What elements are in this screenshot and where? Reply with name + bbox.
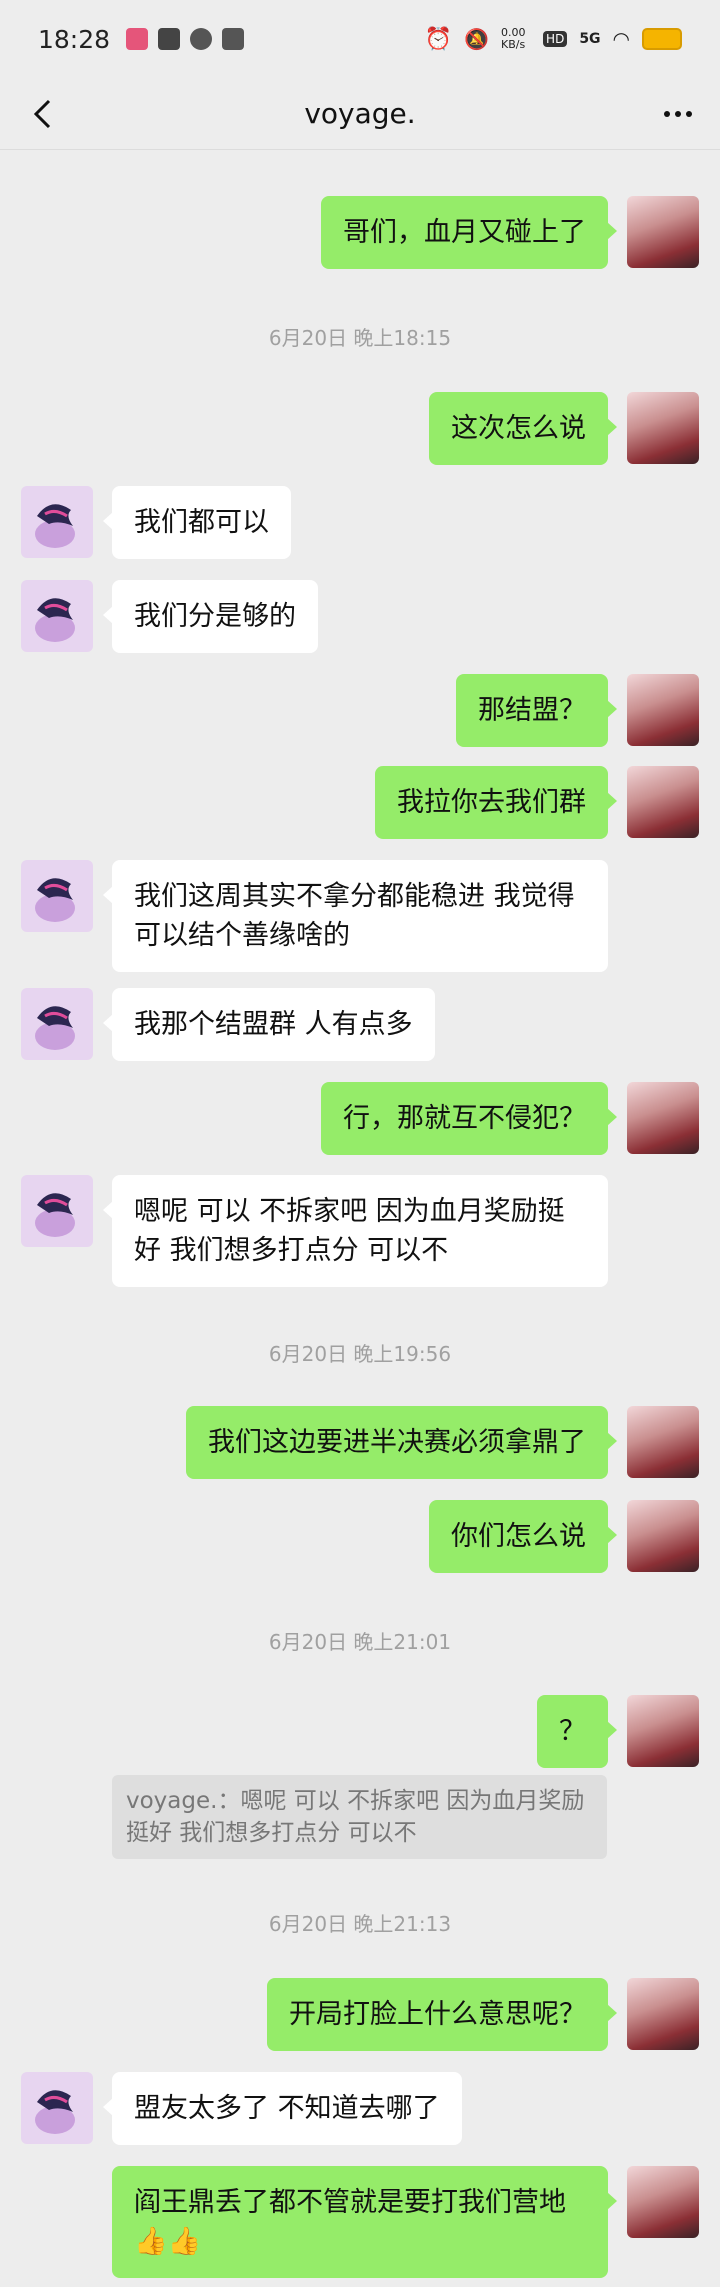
contact-avatar[interactable]: [21, 988, 93, 1060]
quoted-message[interactable]: voyage.：嗯呢 可以 不拆家吧 因为血月奖励挺好 我们想多打点分 可以不: [112, 1775, 607, 1859]
timestamp: 6月20日 晚上18:15: [268, 326, 452, 350]
pony-icon: [35, 1193, 75, 1237]
message-bubble-sent[interactable]: 你们怎么说: [429, 1500, 617, 1573]
more-dot: [675, 111, 681, 117]
my-avatar[interactable]: [627, 1695, 699, 1767]
status-time: 18:28: [38, 24, 111, 54]
message-bubble-sent[interactable]: 我拉你去我们群: [375, 766, 617, 839]
wifi-icon: ◠: [612, 27, 630, 51]
my-avatar[interactable]: [627, 674, 699, 746]
alarm-icon: ⏰: [424, 26, 453, 52]
message-bubble-sent[interactable]: 行，那就互不侵犯？: [321, 1082, 617, 1155]
net-speed: 0.00 KB/s: [501, 26, 526, 51]
my-avatar[interactable]: [627, 1978, 699, 2050]
hd-icon: HD: [543, 31, 568, 47]
contact-avatar[interactable]: [21, 2072, 93, 2144]
link-icon: [190, 28, 213, 50]
contact-avatar[interactable]: [21, 580, 93, 652]
my-avatar[interactable]: [627, 2166, 699, 2238]
my-avatar[interactable]: [627, 196, 699, 268]
chevron-left-icon: [33, 99, 51, 129]
message-bubble-sent[interactable]: ？: [537, 1695, 617, 1768]
message-bubble-received[interactable]: 我们分是够的: [103, 580, 318, 653]
chat-title: voyage.: [304, 97, 416, 130]
message-bubble-received[interactable]: 我那个结盟群 人有点多: [103, 988, 435, 1061]
message-bubble-sent[interactable]: 开局打脸上什么意思呢？: [267, 1978, 617, 2051]
my-avatar[interactable]: [627, 1500, 699, 1572]
more-dots-icon: [664, 111, 670, 117]
status-bar: 18:28 ⏰ 🔕 0.00 KB/s HD 5G ◠: [0, 0, 720, 78]
message-bubble-sent[interactable]: 哥们，血月又碰上了: [321, 196, 617, 269]
pony-icon: [35, 878, 75, 922]
back-button[interactable]: [24, 96, 60, 132]
message-bubble-received[interactable]: 我们都可以: [103, 486, 291, 559]
mail-icon: [158, 28, 181, 50]
contact-avatar[interactable]: [21, 486, 93, 558]
message-bubble-sent[interactable]: 我们这边要进半决赛必须拿鼎了: [186, 1406, 617, 1479]
notification-icons: [126, 28, 245, 50]
message-bubble-received[interactable]: 我们这周其实不拿分都能稳进 我觉得可以结个善缘啥的: [103, 860, 608, 972]
contact-avatar[interactable]: [21, 1175, 93, 1247]
timestamp: 6月20日 晚上21:01: [268, 1630, 452, 1654]
contact-avatar[interactable]: [21, 860, 93, 932]
game-icon: [222, 28, 245, 50]
timestamp: 6月20日 晚上19:56: [268, 1342, 452, 1366]
message-bubble-received[interactable]: 盟友太多了 不知道去哪了: [103, 2072, 462, 2145]
app-notification-icon: [126, 28, 149, 50]
pony-icon: [35, 2090, 75, 2134]
pony-icon: [35, 504, 75, 548]
pony-icon: [35, 1006, 75, 1050]
chat-header: voyage.: [0, 78, 720, 150]
more-dot: [686, 111, 692, 117]
message-bubble-received[interactable]: 嗯呢 可以 不拆家吧 因为血月奖励挺好 我们想多打点分 可以不: [103, 1175, 608, 1287]
my-avatar[interactable]: [627, 1082, 699, 1154]
more-button[interactable]: [658, 96, 698, 132]
message-bubble-sent[interactable]: 那结盟？: [456, 674, 617, 747]
my-avatar[interactable]: [627, 392, 699, 464]
mute-icon: 🔕: [464, 27, 490, 51]
my-avatar[interactable]: [627, 766, 699, 838]
battery-icon: [642, 28, 682, 50]
message-bubble-sent[interactable]: 这次怎么说: [429, 392, 617, 465]
system-icons: ⏰ 🔕 0.00 KB/s HD 5G ◠: [425, 27, 682, 52]
message-bubble-sent[interactable]: 阎王鼎丢了都不管就是要打我们营地👍👍: [112, 2166, 617, 2278]
timestamp: 6月20日 晚上21:13: [268, 1912, 452, 1936]
signal-icon: 5G: [579, 31, 601, 47]
my-avatar[interactable]: [627, 1406, 699, 1478]
pony-icon: [35, 598, 75, 642]
